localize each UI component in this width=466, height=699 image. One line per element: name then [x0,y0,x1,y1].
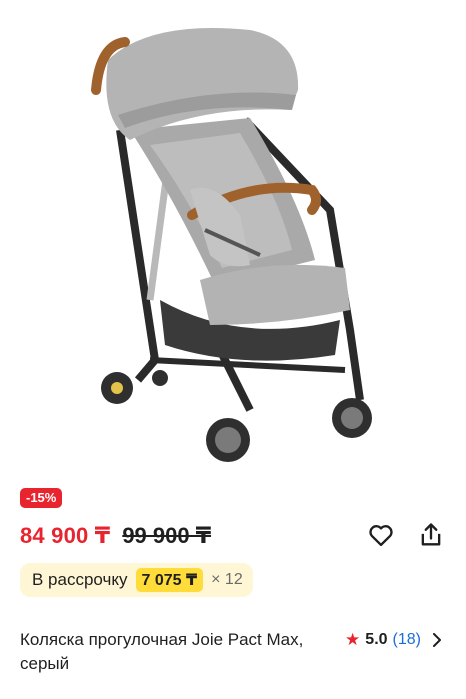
discount-badge: -15% [20,488,63,508]
favorite-button[interactable] [364,518,398,552]
review-count[interactable]: (18) [393,631,421,649]
star-icon: ★ [345,630,361,649]
price-row: 84 900 ₸ 99 900 ₸ [20,520,211,552]
installment-amount: 7 075 ₸ [135,568,204,592]
rating-link[interactable]: ★ 5.0 (18) [345,630,442,650]
installment-months: × 12 [211,571,243,588]
heart-icon [369,525,393,547]
installment-chip[interactable]: В рассрочку 7 075 ₸ × 12 [20,563,253,597]
stroller-image [91,28,372,462]
chevron-right-icon [433,633,441,647]
product-image[interactable] [0,0,466,480]
share-icon [421,523,441,546]
product-title: Коляска прогулочная Joie Pact Max, серый [20,630,304,673]
current-price: 84 900 ₸ [20,523,111,548]
old-price: 99 900 ₸ [122,523,212,548]
share-button[interactable] [414,518,448,552]
installment-label: В рассрочку [32,570,128,589]
rating-score: 5.0 [365,631,388,648]
